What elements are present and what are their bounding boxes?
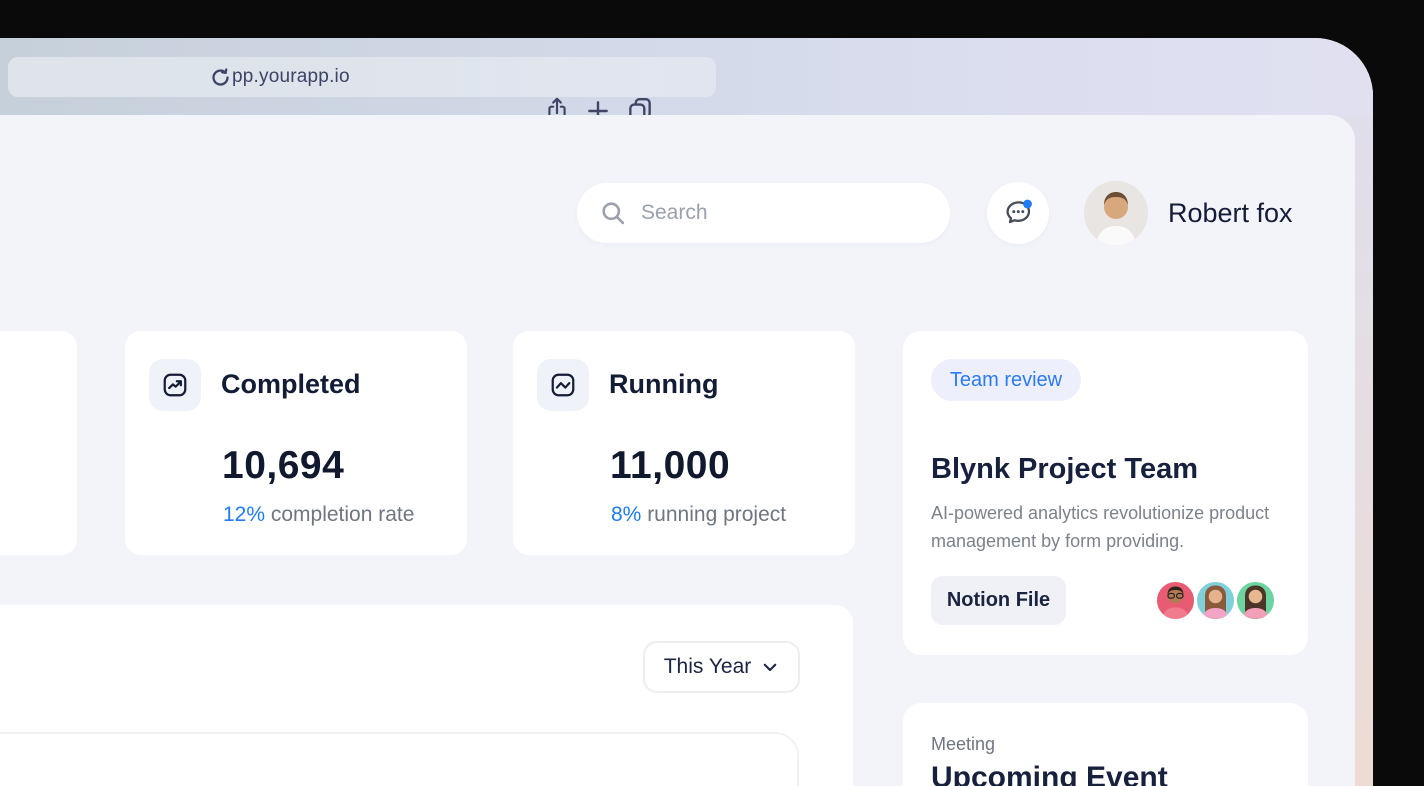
stat-card-partial: t ects [0,331,77,730]
stat-subtitle: 12% completion rate [223,503,414,527]
meeting-card: Meeting Upcoming Event [903,703,1308,786]
stat-subtitle: 8% running project [611,503,786,527]
address-url[interactable]: pp.yourapp.io [210,62,350,92]
chart-card: This Year [0,605,853,786]
stat-value: 11,000 [610,444,731,487]
search-icon [599,199,627,227]
search-input[interactable] [641,183,931,243]
search-bar[interactable] [577,183,950,243]
team-member-avatar-3[interactable] [1235,580,1276,621]
stat-value: 10,694 [222,444,345,487]
stat-title: Completed [221,369,361,399]
period-filter-dropdown[interactable]: This Year [643,641,800,693]
stat-title: Running [609,369,719,399]
stat-card-completed: Completed 10,694 12% completion rate [125,331,467,555]
team-card-description-line2: management by form providing. [931,531,1185,551]
screenshot-stage: pp.yourapp.io Search Robert fox Complete… [0,0,1424,786]
browser-chrome-bar: pp.yourapp.io [0,38,1373,124]
chevron-down-icon [761,658,779,676]
team-member-avatar-2[interactable] [1195,580,1236,621]
meeting-label: Meeting [931,734,996,754]
team-card-title: Blynk Project Team [931,453,1199,485]
team-card-description-line1: AI-powered analytics revolutionize produ… [931,503,1270,523]
user-avatar[interactable] [1084,181,1148,245]
chat-bubble-icon [1002,197,1034,229]
meeting-title: Upcoming Event [931,761,1168,786]
team-review-card: Team review Blynk Project Team AI-powere… [903,331,1308,655]
team-member-avatar-1[interactable] [1155,580,1196,621]
address-url-text: pp.yourapp.io [232,66,350,87]
address-bar[interactable] [8,57,716,97]
stat-rate: 8% [611,503,642,526]
period-filter-label: This Year [663,655,752,678]
stat-rate-text: running project [641,503,787,526]
chart-plot-area [0,732,799,786]
notion-file-button[interactable]: Notion File [931,576,1066,625]
activity-wave-icon [537,359,589,411]
team-review-badge[interactable]: Team review [931,359,1081,401]
user-name[interactable]: Robert fox [1168,198,1293,229]
stat-rate-text: completion rate [265,503,415,526]
chat-button[interactable] [987,182,1049,244]
stat-rate: 12% [223,503,266,526]
trending-up-icon [149,359,201,411]
stat-card-running: Running 11,000 8% running project [513,331,855,555]
reload-icon[interactable] [210,67,231,88]
